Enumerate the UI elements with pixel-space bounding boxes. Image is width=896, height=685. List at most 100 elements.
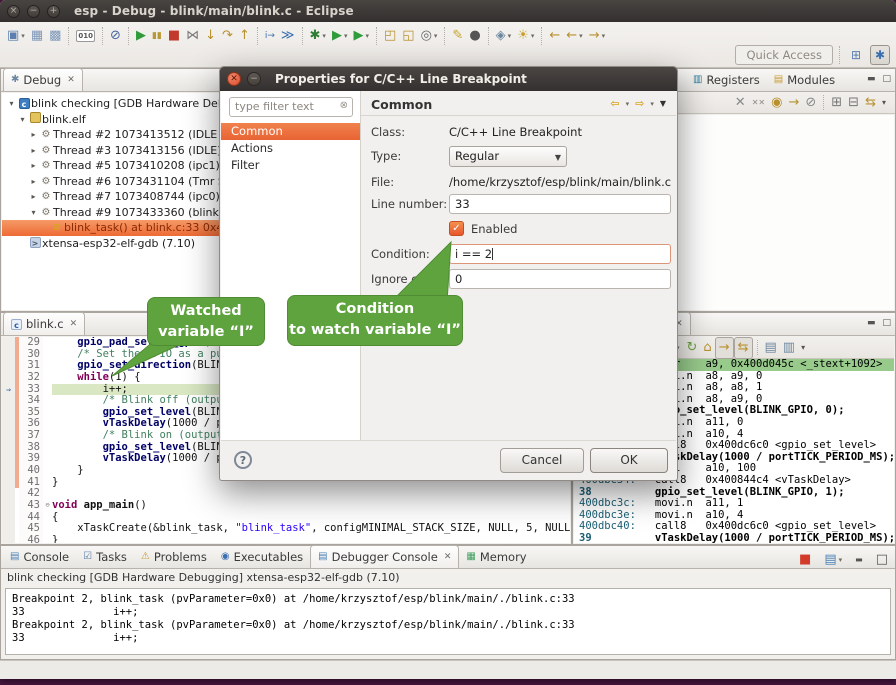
locate-pc-button[interactable]: → [715,337,734,359]
open-element-button[interactable]: ◰ [381,26,399,46]
view-menu-button[interactable]: ▾ [798,338,808,358]
goto-file-for-breakpoint-button[interactable]: → [785,93,802,113]
window-minimize-button[interactable]: − [27,5,40,18]
instruction-stepping-button[interactable]: i→ [262,26,278,46]
binary-console-button[interactable]: 010 [73,28,98,44]
clear-filter-icon[interactable]: ⊗ [340,100,348,111]
view-menu-icon[interactable]: ▼ [660,99,666,108]
breakpoint-gutter[interactable] [2,488,15,500]
close-icon[interactable]: ✕ [67,75,75,85]
tab-registers[interactable]: ▥Registers [686,68,767,91]
chevron-down-icon[interactable]: ▾ [650,100,654,108]
dialog-minimize-button[interactable]: − [247,72,261,86]
enabled-checkbox[interactable]: ✓ [449,221,464,236]
dialog-close-button[interactable]: ✕ [227,72,241,86]
tree-expander-icon[interactable]: ▾ [6,99,17,108]
breakpoint-gutter[interactable] [2,477,15,489]
remove-all-breakpoints-button[interactable]: ✕✕ [749,93,768,113]
forward-button[interactable]: →▾ [586,26,608,46]
refresh-view-button[interactable]: ↻ [684,338,701,358]
breakpoint-pc-icon[interactable]: ⇒ [2,384,15,396]
tab-debugger-console[interactable]: ▤Debugger Console✕ [310,545,459,568]
suspend-button[interactable]: ▮▮ [149,26,165,46]
open-type-button[interactable]: ◱ [399,26,417,46]
save-button[interactable]: ▦ [28,26,46,46]
condition-input[interactable]: i == 2 [449,244,671,264]
maximize-button[interactable]: □ [873,550,891,570]
breakpoint-gutter[interactable] [2,523,15,535]
tree-expander-icon[interactable]: ▾ [28,208,39,217]
window-maximize-button[interactable]: + [47,5,60,18]
annotation-button[interactable]: ☀▾ [514,26,537,46]
back-button[interactable]: ←▾ [563,26,585,46]
pin-view-button[interactable]: ▥ [780,338,798,358]
tab-problems[interactable]: ⚠Problems [134,545,214,568]
new-view-button[interactable]: ▤ [762,338,780,358]
breakpoint-gutter[interactable] [2,372,15,384]
run-button[interactable]: ▶▾ [329,26,351,46]
tree-expander-icon[interactable]: ▾ [17,115,28,124]
breakpoint-gutter[interactable] [2,418,15,430]
breakpoint-gutter[interactable] [2,395,15,407]
minimize-icon[interactable]: ▬ [867,318,876,328]
mark-occurrences-button[interactable]: ✎ [449,26,466,46]
show-breakpoints-for-selected-button[interactable]: ◉ [768,93,785,113]
breakpoint-gutter[interactable] [2,337,15,349]
open-perspective-button[interactable]: ⊞ [846,45,866,65]
deselect-default-breakpoint-button[interactable]: ⊘ [802,93,819,113]
minimize-button[interactable]: ▬ [852,550,866,570]
breakpoint-gutter[interactable] [2,407,15,419]
home-button[interactable]: ⌂ [700,338,714,358]
close-icon[interactable]: ✕ [444,552,452,562]
forward-arrow-icon[interactable]: ⇨ [635,97,644,110]
breakpoint-gutter[interactable] [2,360,15,372]
tab-console[interactable]: ▤Console [3,545,76,568]
help-icon[interactable]: ? [234,451,252,469]
tab-memory[interactable]: ▦Memory [459,545,533,568]
tree-expander-icon[interactable]: ▸ [28,177,39,186]
tree-expander-icon[interactable]: ▸ [28,161,39,170]
remove-breakpoint-button[interactable]: ✕ [732,93,749,113]
tree-expander-icon[interactable]: ▸ [28,192,39,201]
save-all-button[interactable]: ▩ [46,26,64,46]
maximize-icon[interactable]: □ [882,318,891,328]
tab-tasks[interactable]: ☑Tasks [76,545,134,568]
tab-blink-c[interactable]: c blink.c ✕ [3,312,85,335]
breakpoint-gutter[interactable] [2,512,15,524]
breakpoint-gutter[interactable] [2,465,15,477]
breakpoint-gutter[interactable] [2,453,15,465]
step-into-button[interactable]: ↓ [202,26,219,46]
dialog-category-common[interactable]: Common [221,123,360,140]
tab-debug[interactable]: ✱ Debug ✕ [3,68,83,91]
fold-collapse-icon[interactable]: ⊖ [43,500,52,512]
external-browser-button[interactable]: ● [466,26,483,46]
pin-editor-button[interactable]: ◈▾ [493,26,515,46]
dialog-category-actions[interactable]: Actions [221,140,360,157]
ignore-count-input[interactable]: 0 [449,269,671,289]
window-close-button[interactable]: × [7,5,20,18]
tree-expander-icon[interactable]: ▸ [28,130,39,139]
new-wizard-button[interactable]: ▣▾ [4,26,28,46]
breakpoint-gutter[interactable] [2,430,15,442]
debug-perspective-button[interactable]: ✱ [870,45,890,65]
console-output[interactable]: Breakpoint 2, blink_task (pvParameter=0x… [5,588,891,655]
link-with-debug-view-button[interactable]: ⇆ [862,93,879,113]
debug-button[interactable]: ✱▾ [307,26,329,46]
expand-all-button[interactable]: ⊞ [828,93,845,113]
breakpoint-gutter[interactable] [2,442,15,454]
disconnect-button[interactable]: ⋈ [183,26,202,46]
minimize-icon[interactable]: ▬ [867,74,876,84]
external-tools-button[interactable]: ▶▾ [350,26,372,46]
tab-modules[interactable]: ▤Modules [767,68,842,91]
maximize-icon[interactable]: □ [882,74,891,84]
skip-all-breakpoints-button[interactable]: ⊘ [107,26,124,46]
cancel-button[interactable]: Cancel [500,448,584,473]
ok-button[interactable]: OK [590,448,668,473]
line-number-input[interactable]: 33 [449,194,671,214]
chevron-down-icon[interactable]: ▾ [626,100,630,108]
type-select[interactable]: Regular▼ [449,146,567,167]
step-filters-button[interactable]: ≫ [278,26,298,46]
tree-expander-icon[interactable]: ▸ [28,146,39,155]
breakpoint-gutter[interactable] [2,349,15,361]
collapse-all-button[interactable]: ⊟ [845,93,862,113]
